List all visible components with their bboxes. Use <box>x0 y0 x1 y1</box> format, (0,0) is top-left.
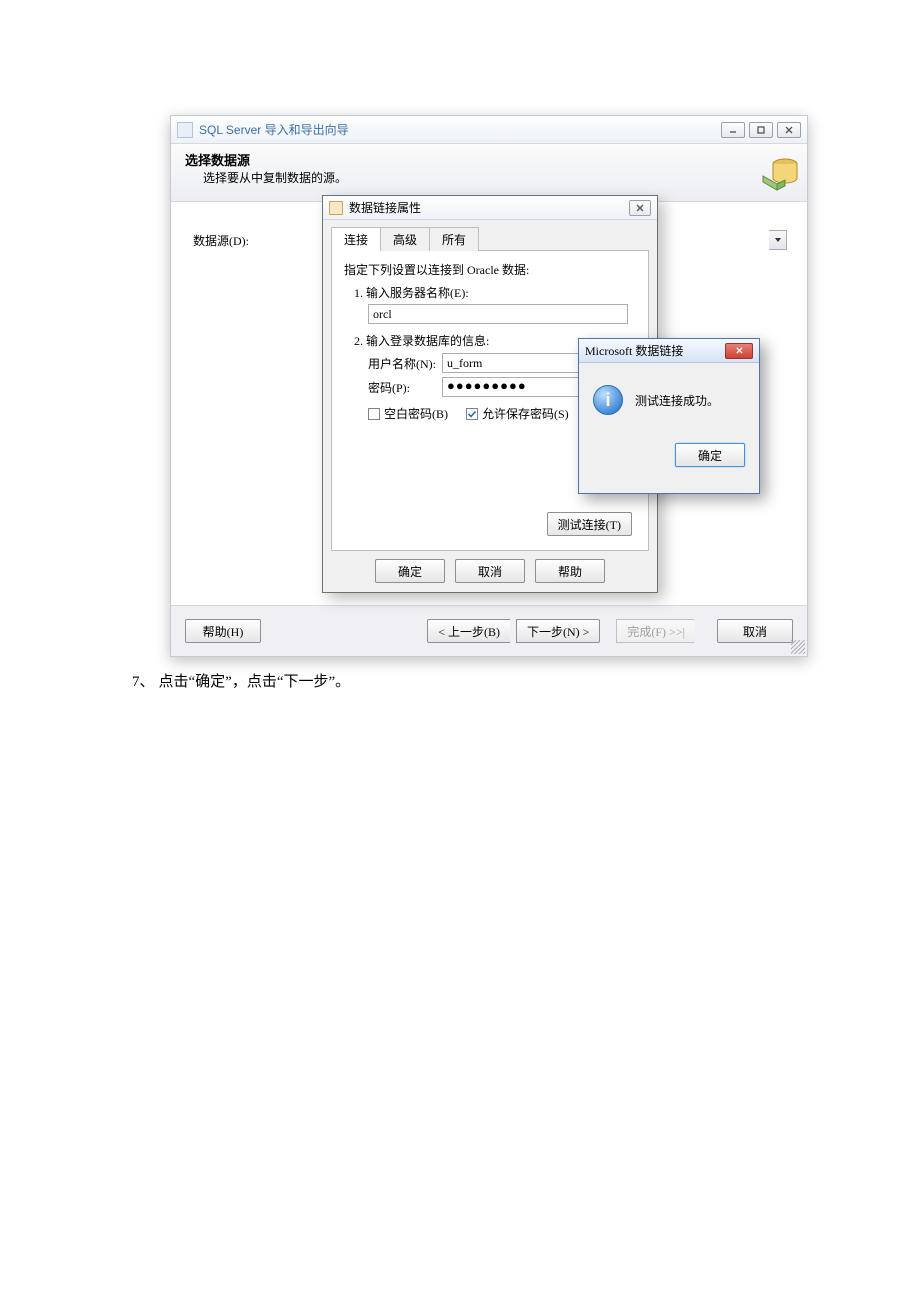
tab-connection[interactable]: 连接 <box>331 227 381 251</box>
info-icon: i <box>593 385 623 415</box>
msg-title-text: Microsoft 数据链接 <box>585 342 725 359</box>
dlp-titlebar[interactable]: 数据链接属性 <box>323 196 657 220</box>
blank-password-label: 空白密码(B) <box>384 405 448 422</box>
maximize-button[interactable] <box>749 122 773 138</box>
dlp-cancel-button[interactable]: 取消 <box>455 559 525 583</box>
msg-titlebar[interactable]: Microsoft 数据链接 <box>579 339 759 363</box>
dlp-help-button[interactable]: 帮助 <box>535 559 605 583</box>
checkbox-checked-icon <box>466 408 478 420</box>
dlp-ok-button[interactable]: 确定 <box>375 559 445 583</box>
dlp-hint: 指定下列设置以连接到 Oracle 数据: <box>344 261 636 278</box>
password-label: 密码(P): <box>368 379 442 396</box>
wizard-finish-button: 完成(F) >>| <box>616 619 695 643</box>
close-button[interactable] <box>777 122 801 138</box>
wizard-header: 选择数据源 选择要从中复制数据的源。 <box>171 144 807 202</box>
datasource-dropdown-arrow[interactable] <box>769 230 787 250</box>
wizard-back-button[interactable]: < 上一步(B) <box>427 619 510 643</box>
dlp-title-text: 数据链接属性 <box>349 199 629 216</box>
caption-number: 7、 <box>132 674 155 690</box>
message-box: Microsoft 数据链接 i 测试连接成功。 确定 <box>578 338 760 494</box>
allow-save-password-checkbox[interactable]: 允许保存密码(S) <box>466 405 569 422</box>
wizard-next-button[interactable]: 下一步(N) > <box>516 619 600 643</box>
dlp-close-button[interactable] <box>629 200 651 216</box>
datasource-label: 数据源(D): <box>193 232 249 249</box>
resize-grip[interactable] <box>791 640 805 654</box>
wizard-help-button[interactable]: 帮助(H) <box>185 619 261 643</box>
wizard-header-sub: 选择要从中复制数据的源。 <box>185 169 793 186</box>
dlp-footer: 确定 取消 帮助 <box>323 559 657 593</box>
wizard-header-title: 选择数据源 <box>185 150 793 169</box>
allow-save-password-label: 允许保存密码(S) <box>482 405 569 422</box>
msg-text: 测试连接成功。 <box>635 392 719 409</box>
blank-password-checkbox[interactable]: 空白密码(B) <box>368 405 448 422</box>
instruction-caption: 7、点击“确定”，点击“下一步”。 <box>132 670 350 691</box>
wizard-cancel-button[interactable]: 取消 <box>717 619 793 643</box>
wizard-titlebar[interactable]: SQL Server 导入和导出向导 <box>171 116 807 144</box>
wizard-app-icon <box>177 122 193 138</box>
msg-ok-button[interactable]: 确定 <box>675 443 745 467</box>
tab-all[interactable]: 所有 <box>429 227 479 251</box>
wizard-footer: 帮助(H) < 上一步(B) 下一步(N) > 完成(F) >>| 取消 <box>171 606 807 656</box>
checkbox-empty-icon <box>368 408 380 420</box>
wizard-db-icon <box>757 150 801 194</box>
caption-text: 点击“确定”，点击“下一步”。 <box>159 674 351 690</box>
msg-close-button[interactable] <box>725 343 753 359</box>
dlp-title-icon <box>329 201 343 215</box>
wizard-title-text: SQL Server 导入和导出向导 <box>199 121 721 138</box>
server-input[interactable] <box>368 304 628 324</box>
dlp-step1-label: 1. 输入服务器名称(E): <box>354 284 636 301</box>
username-label: 用户名称(N): <box>368 355 442 372</box>
test-connection-button[interactable]: 测试连接(T) <box>547 512 632 536</box>
minimize-button[interactable] <box>721 122 745 138</box>
dlp-tabs: 连接 高级 所有 <box>331 226 649 251</box>
tab-advanced[interactable]: 高级 <box>380 227 430 251</box>
